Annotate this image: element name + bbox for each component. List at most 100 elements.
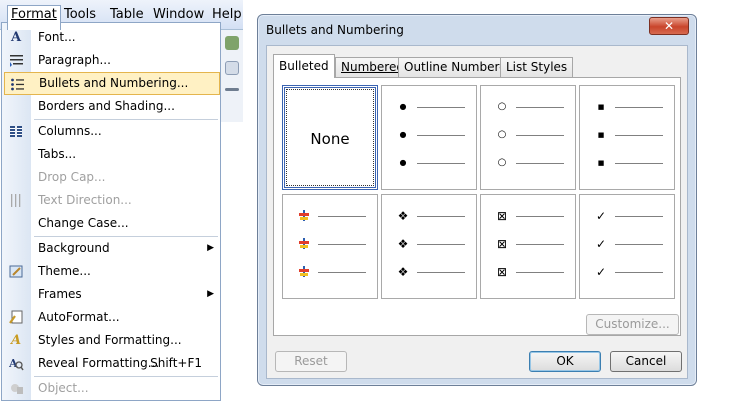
boxed-x-bullet-icon: ⊠ <box>496 209 508 223</box>
menu-format[interactable]: Format <box>7 5 61 30</box>
menu-item-label: Background <box>38 241 110 255</box>
menu-item-autoformat[interactable]: AutoFormat... <box>2 306 220 329</box>
submenu-arrow-icon: ▶ <box>207 243 214 253</box>
menu-item-columns[interactable]: Columns... <box>2 120 220 143</box>
filled-circle-bullet-icon: ● <box>399 130 407 139</box>
filled-square-bullet-icon: ■ <box>597 131 605 139</box>
theme-icon <box>8 264 24 279</box>
menu-item-label: Columns... <box>38 124 102 138</box>
filled-square-bullet-icon: ■ <box>597 159 605 167</box>
bullet-option-filled-square[interactable]: ■ ■ ■ <box>579 85 675 190</box>
menu-tools-label: Tools <box>64 7 97 22</box>
ok-button-label: OK <box>556 354 574 368</box>
menu-item-background[interactable]: Background ▶ <box>2 237 220 260</box>
menu-item-label: Text Direction... <box>38 193 132 207</box>
picture-bullet-icon <box>299 238 309 249</box>
picture-bullet-icon <box>299 266 309 277</box>
menu-item-label: Tabs... <box>38 147 77 161</box>
menu-item-label: Change Case... <box>38 216 129 230</box>
styles-icon: A <box>10 333 22 348</box>
menu-help-label: Help <box>212 7 242 22</box>
menu-item-text-direction: Text Direction... <box>2 189 220 212</box>
hollow-circle-bullet-icon: ○ <box>497 129 507 140</box>
bullet-option-checkmark[interactable]: ✓ ✓ ✓ <box>579 194 675 299</box>
bulleted-tab-panel: None ● ● ● ○ ○ ○ ■ ■ ■ ❖ ❖ ❖ ⊠ ⊠ ⊠ ✓ ✓ ✓… <box>273 77 681 336</box>
tab-label: Bulleted <box>279 59 329 73</box>
toolbar-edge <box>219 30 243 122</box>
bullet-option-none[interactable]: None <box>282 85 378 190</box>
menu-item-label: Font... <box>38 30 76 44</box>
hollow-circle-bullet-icon: ○ <box>497 101 507 112</box>
customize-button-label: Customize... <box>595 317 670 331</box>
toolbar-link-icon[interactable] <box>225 36 239 50</box>
checkmark-bullet-icon: ✓ <box>595 265 607 279</box>
text-direction-icon <box>8 193 24 208</box>
menu-item-tabs[interactable]: Tabs... <box>2 143 220 166</box>
customize-button: Customize... <box>586 314 679 335</box>
hollow-circle-bullet-icon: ○ <box>497 157 507 168</box>
object-icon <box>8 381 24 396</box>
autoformat-icon <box>8 310 24 325</box>
filled-square-bullet-icon: ■ <box>597 103 605 111</box>
tab-list-styles[interactable]: List Styles <box>500 57 574 77</box>
dialog-client-area: Bulleted Numbered Outline Numbered List … <box>266 45 688 379</box>
paragraph-icon <box>8 53 24 68</box>
menu-item-reveal-formatting[interactable]: A Reveal Formatting... Shift+F1 <box>2 352 220 375</box>
tab-label: Outline Numbered <box>404 60 515 74</box>
font-icon: A <box>10 30 22 45</box>
bullet-option-diamond[interactable]: ❖ ❖ ❖ <box>381 194 477 299</box>
menu-item-label: Drop Cap... <box>38 170 106 184</box>
toolbar-dropdown-icon[interactable] <box>225 61 239 75</box>
diamond-bullet-icon: ❖ <box>397 265 409 279</box>
menu-item-styles-formatting[interactable]: A Styles and Formatting... <box>2 329 220 352</box>
format-menu: A Font... Paragraph... Bullets and Numbe… <box>1 22 221 401</box>
menu-item-frames[interactable]: Frames ▶ <box>2 283 220 306</box>
cancel-button[interactable]: Cancel <box>610 351 682 372</box>
filled-circle-bullet-icon: ● <box>399 158 407 167</box>
menu-item-object: Object... <box>2 377 220 400</box>
bullet-option-picture[interactable] <box>282 194 378 299</box>
tab-label: Numbered <box>341 60 404 74</box>
menu-item-label: Borders and Shading... <box>38 99 175 113</box>
filled-circle-bullet-icon: ● <box>399 102 407 111</box>
checkmark-bullet-icon: ✓ <box>595 237 607 251</box>
menu-item-label: Reveal Formatting... <box>38 356 160 370</box>
menu-window-label: Window <box>153 7 205 22</box>
reset-button: Reset <box>275 351 347 372</box>
toolbar-ruler-icon <box>225 88 239 91</box>
menu-item-borders-shading[interactable]: Borders and Shading... <box>2 95 220 118</box>
menu-item-label: Bullets and Numbering... <box>39 76 189 90</box>
menu-format-label: Format <box>11 7 57 22</box>
cancel-button-label: Cancel <box>625 354 667 368</box>
dialog-title: Bullets and Numbering <box>266 23 404 37</box>
bullets-icon <box>9 77 25 92</box>
close-button[interactable]: ✕ <box>649 17 689 35</box>
tab-bulleted[interactable]: Bulleted <box>273 54 335 78</box>
menu-item-change-case[interactable]: Change Case... <box>2 212 220 235</box>
columns-icon <box>8 124 24 139</box>
bullets-numbering-dialog: Bullets and Numbering ✕ Bulleted Numbere… <box>257 14 697 386</box>
diamond-bullet-icon: ❖ <box>397 209 409 223</box>
menu-item-label: AutoFormat... <box>38 310 120 324</box>
menu-item-label: Paragraph... <box>38 53 111 67</box>
bullet-option-boxed-x[interactable]: ⊠ ⊠ ⊠ <box>480 194 576 299</box>
picture-bullet-icon <box>299 210 309 221</box>
ok-button[interactable]: OK <box>529 351 601 372</box>
bullet-option-hollow-circle[interactable]: ○ ○ ○ <box>480 85 576 190</box>
menu-item-label: Frames <box>38 287 82 301</box>
menu-item-drop-cap: Drop Cap... <box>2 166 220 189</box>
menu-item-paragraph[interactable]: Paragraph... <box>2 49 220 72</box>
checkmark-bullet-icon: ✓ <box>595 209 607 223</box>
menu-item-label: Object... <box>38 381 89 395</box>
boxed-x-bullet-icon: ⊠ <box>496 237 508 251</box>
menu-item-bullets-numbering[interactable]: Bullets and Numbering... <box>4 72 220 95</box>
close-icon: ✕ <box>663 19 675 33</box>
tab-label: List Styles <box>506 60 568 74</box>
bullet-option-filled-circle[interactable]: ● ● ● <box>381 85 477 190</box>
menu-table-label: Table <box>110 7 144 22</box>
submenu-arrow-icon: ▶ <box>207 289 214 299</box>
menu-item-theme[interactable]: Theme... <box>2 260 220 283</box>
reset-button-label: Reset <box>294 354 328 368</box>
reveal-formatting-icon: A <box>8 356 24 371</box>
menu-item-shortcut: Shift+F1 <box>150 356 202 370</box>
